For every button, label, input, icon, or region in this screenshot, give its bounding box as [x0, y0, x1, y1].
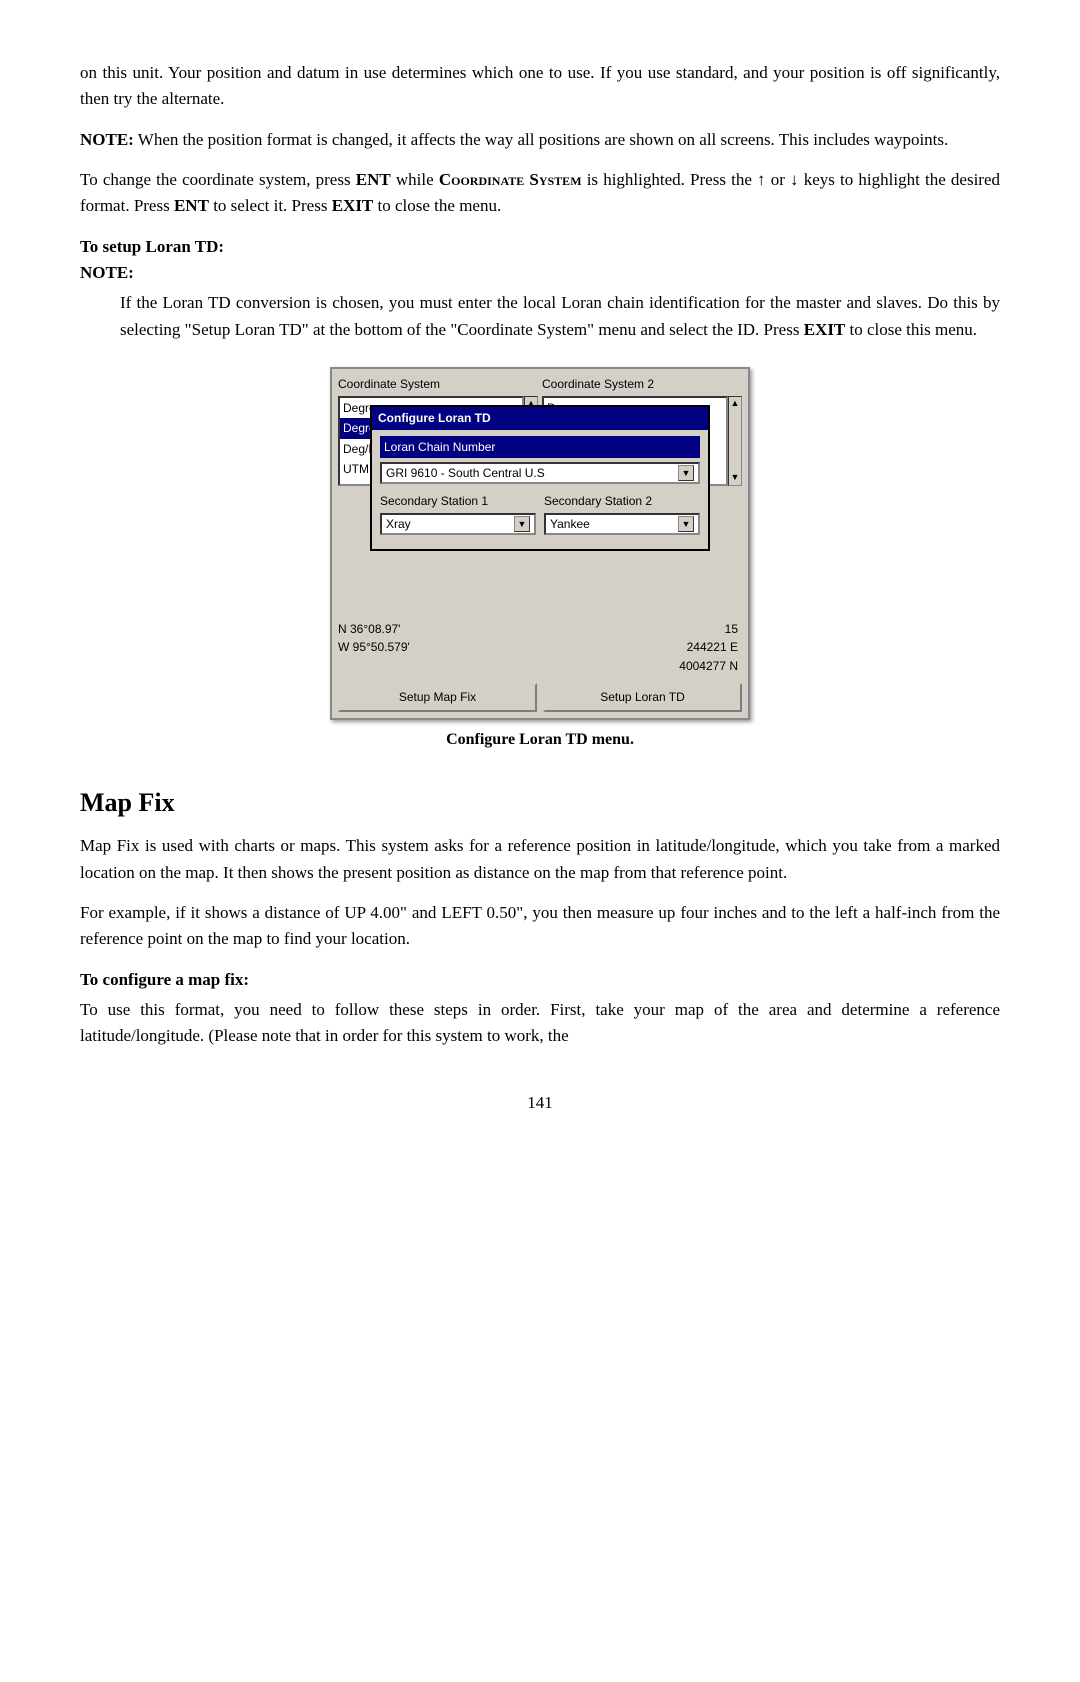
coords-right: 15 244221 E 4004277 N [538, 620, 742, 676]
configure-body: To use this format, you need to follow t… [80, 997, 1000, 1050]
p3-ent: ENT [356, 170, 391, 189]
map-fix-para1: Map Fix is used with charts or maps. Thi… [80, 833, 1000, 886]
station1-value: Xray [386, 515, 514, 534]
caption-text: Configure Loran TD menu. [446, 731, 634, 748]
loran-title-bar: Configure Loran TD [372, 407, 708, 430]
mf-p1-text: Map Fix is used with charts or maps. Thi… [80, 836, 1000, 881]
caption: Configure Loran TD menu. [80, 728, 1000, 753]
note-rest: When the position format is changed, it … [134, 130, 948, 149]
config-heading-text: To configure a map fix: [80, 970, 249, 989]
station2-value: Yankee [550, 515, 678, 534]
scrollbar-right[interactable]: ▲ ▼ [728, 396, 742, 486]
station2-label: Secondary Station 2 [544, 492, 700, 511]
p3-part1: To change the coordinate system, press [80, 170, 356, 189]
p3-exit: EXIT [332, 196, 374, 215]
mf-p2-text: For example, if it shows a distance of U… [80, 903, 1000, 948]
chain-select-row: GRI 9610 - South Central U.S ▼ [380, 462, 700, 484]
coord-w: W 95°50.579' [338, 638, 538, 657]
station2-select[interactable]: Yankee ▼ [544, 513, 700, 535]
p3-part6: to close the menu. [373, 196, 501, 215]
coord-system2-label: Coordinate System 2 [542, 375, 742, 394]
dialog-buttons: Setup Map Fix Setup Loran TD [332, 679, 748, 718]
p3-coord: Coordinate System [439, 170, 582, 189]
station1-label: Secondary Station 1 [380, 492, 536, 511]
p3-ent2: ENT [174, 196, 209, 215]
loran-body: Loran Chain Number GRI 9610 - South Cent… [372, 430, 708, 549]
map-fix-heading-text: Map Fix [80, 788, 175, 817]
page-number: 141 [80, 1090, 1000, 1116]
station1-col: Secondary Station 1 Xray ▼ [380, 492, 536, 535]
setup-map-button[interactable]: Setup Map Fix [338, 683, 537, 712]
paragraph-1: on this unit. Your position and datum in… [80, 60, 1000, 113]
coord-right2: 4004277 N [538, 657, 738, 676]
dialog-wrapper: Coordinate System Degrees Degrees/Minute… [80, 367, 1000, 720]
chain-value: GRI 9610 - South Central U.S [386, 464, 678, 483]
station1-dropdown-arrow[interactable]: ▼ [514, 516, 530, 532]
map-fix-heading: Map Fix [80, 783, 1000, 823]
loran-dialog: Configure Loran TD Loran Chain Number GR… [370, 405, 710, 551]
config-body-text: To use this format, you need to follow t… [80, 1000, 1000, 1045]
station2-dropdown-arrow[interactable]: ▼ [678, 516, 694, 532]
coords-row: N 36°08.97' W 95°50.579' 15 244221 E 400… [332, 616, 748, 680]
coord-n: N 36°08.97' [338, 620, 538, 639]
para1-text: on this unit. Your position and datum in… [80, 63, 1000, 108]
note-end-text: to close this menu. [845, 320, 977, 339]
stations-row: Secondary Station 1 Xray ▼ Secondary Sta… [380, 492, 700, 535]
station1-select[interactable]: Xray ▼ [380, 513, 536, 535]
chain-number-label: Loran Chain Number [380, 436, 700, 459]
p3-part5: to select it. Press [209, 196, 332, 215]
chain-select[interactable]: GRI 9610 - South Central U.S ▼ [380, 462, 700, 484]
configure-map-fix-heading: To configure a map fix: [80, 967, 1000, 993]
p3-arrows: ↑ or ↓ [757, 170, 799, 189]
coord-right1: 244221 E [538, 638, 738, 657]
note-bold: NOTE: [80, 130, 134, 149]
note-indent-block: If the Loran TD conversion is chosen, yo… [120, 290, 1000, 343]
coords-left: N 36°08.97' W 95°50.579' [338, 620, 538, 676]
note-heading-text: NOTE: [80, 263, 134, 282]
paragraph-3: To change the coordinate system, press E… [80, 167, 1000, 220]
coord-right-top: 15 [538, 620, 738, 639]
chain-dropdown-arrow[interactable]: ▼ [678, 465, 694, 481]
note-exit-text: EXIT [804, 320, 846, 339]
coordinate-dialog: Coordinate System Degrees Degrees/Minute… [330, 367, 750, 720]
setup-loran-heading: To setup Loran TD: NOTE: [80, 234, 1000, 287]
map-fix-para2: For example, if it shows a distance of U… [80, 900, 1000, 953]
station2-col: Secondary Station 2 Yankee ▼ [544, 492, 700, 535]
paragraph-note: NOTE: When the position format is change… [80, 127, 1000, 153]
page-number-text: 141 [527, 1093, 553, 1112]
setup-loran-button[interactable]: Setup Loran TD [543, 683, 742, 712]
p3-part3: is highlighted. Press the [582, 170, 758, 189]
setup-heading-text: To setup Loran TD: [80, 237, 224, 256]
p3-part2: while [391, 170, 439, 189]
coord-system-label: Coordinate System [338, 375, 538, 394]
